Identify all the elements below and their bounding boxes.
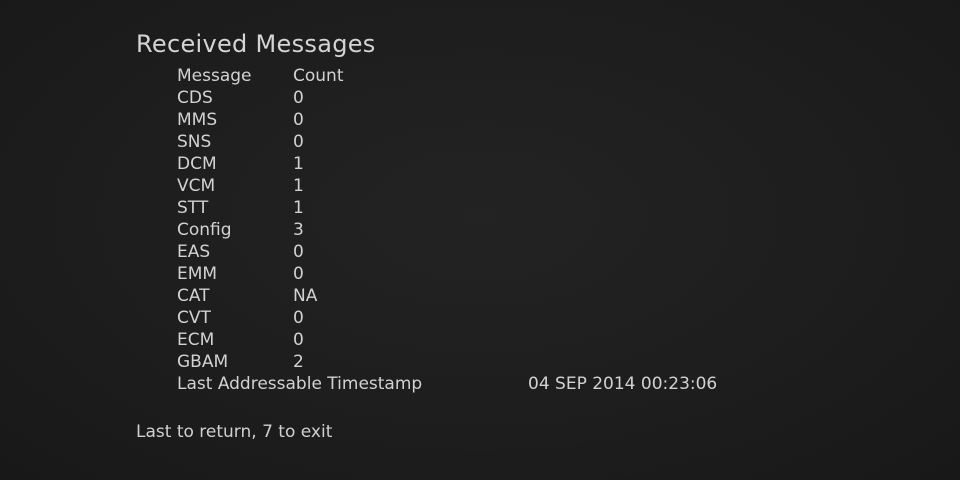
message-name: MMS — [177, 110, 218, 130]
message-name: STT — [177, 198, 209, 218]
message-count: 2 — [293, 352, 304, 372]
message-count: 1 — [293, 154, 304, 174]
message-name: Config — [177, 220, 232, 240]
footer-instructions: Last to return, 7 to exit — [136, 422, 333, 442]
message-name: EMM — [177, 264, 218, 284]
message-count: 0 — [293, 88, 304, 108]
message-name: CDS — [177, 88, 213, 108]
message-name: CAT — [177, 286, 210, 306]
message-count: 3 — [293, 220, 304, 240]
message-name: GBAM — [177, 352, 229, 372]
diagnostic-screen: Received Messages Message Count CDS 0 MM… — [0, 0, 960, 480]
message-name: DCM — [177, 154, 217, 174]
message-name: CVT — [177, 308, 211, 328]
header-count: Count — [293, 66, 344, 86]
timestamp-value: 04 SEP 2014 00:23:06 — [528, 374, 718, 394]
message-count: 0 — [293, 264, 304, 284]
message-name: ECM — [177, 330, 215, 350]
message-count: 1 — [293, 198, 304, 218]
message-name: SNS — [177, 132, 212, 152]
message-count: 0 — [293, 308, 304, 328]
page-title: Received Messages — [136, 30, 376, 58]
message-count: NA — [293, 286, 318, 306]
timestamp-label: Last Addressable Timestamp — [177, 374, 423, 394]
message-count: 0 — [293, 242, 304, 262]
message-count: 1 — [293, 176, 304, 196]
message-count: 0 — [293, 330, 304, 350]
message-count: 0 — [293, 110, 304, 130]
message-count: 0 — [293, 132, 304, 152]
message-name: EAS — [177, 242, 211, 262]
message-name: VCM — [177, 176, 216, 196]
header-message: Message — [177, 66, 252, 86]
